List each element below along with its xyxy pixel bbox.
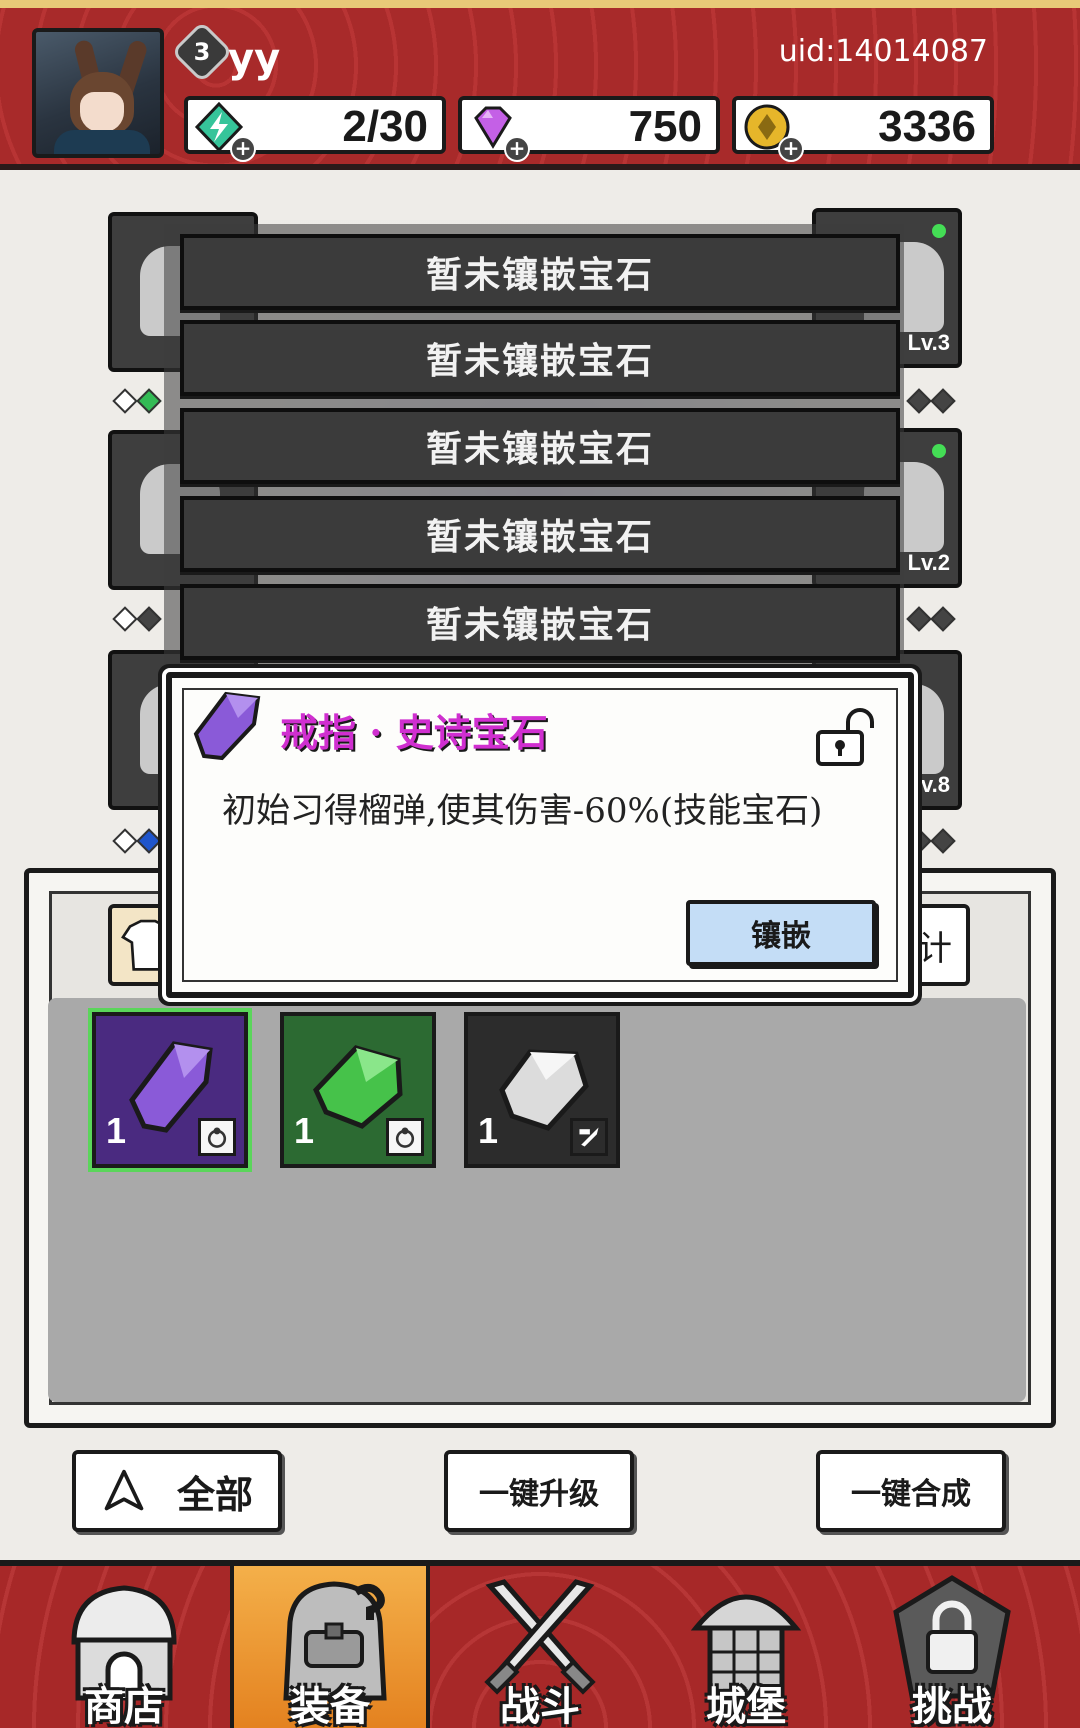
coin-value: 3336 — [878, 102, 976, 151]
equipment-level: Lv.3 — [907, 330, 950, 355]
equipment-level: Lv.2 — [907, 550, 950, 575]
gem-socket-1[interactable]: 暂未镶嵌宝石 — [180, 234, 900, 310]
filter-all-label: 全部 — [176, 1471, 253, 1517]
one-click-merge-button[interactable]: 一键合成 — [816, 1450, 1006, 1532]
socket-indicators-right-1 — [906, 388, 956, 416]
gem-title: 戒指 · 史诗宝石 — [280, 710, 548, 755]
new-indicator-dot — [932, 444, 946, 458]
nav-challenge-label: 挑战 — [912, 1683, 992, 1728]
epic-gem-icon — [193, 691, 261, 761]
add-gems-button[interactable]: + — [504, 136, 530, 162]
filter-all-button[interactable]: 全部 — [72, 1450, 282, 1532]
gem-socket-4[interactable]: 暂未镶嵌宝石 — [180, 496, 900, 572]
tab-stats-label: 计 — [918, 928, 952, 969]
top-bar: 3 yy uid:14014087 + 2/30 + 750 + 3336 — [0, 0, 1080, 170]
socket-indicators-left-2 — [112, 606, 162, 634]
gem-counter: + 750 — [458, 96, 720, 162]
nav-castle[interactable]: 城堡 — [646, 1566, 846, 1728]
player-uid: uid:14014087 — [778, 34, 988, 69]
one-click-upgrade-button[interactable]: 一键升级 — [444, 1450, 634, 1532]
socket-indicators-left-1 — [112, 388, 162, 416]
nav-equipment[interactable]: 装备 — [230, 1566, 430, 1728]
gem-slot-epic[interactable]: 1 — [92, 1012, 248, 1168]
player-avatar[interactable] — [32, 28, 164, 158]
nav-battle-label: 战斗 — [500, 1683, 580, 1728]
bottom-navigation: 商店 装备 战斗 城堡 挑战 — [0, 1560, 1080, 1728]
navigation-arrow-icon — [104, 1469, 144, 1511]
nav-battle[interactable]: 战斗 — [440, 1566, 640, 1728]
player-name: yy — [228, 36, 281, 82]
nav-shop[interactable]: 商店 — [24, 1566, 224, 1728]
socket-indicators-right-3 — [906, 828, 956, 856]
gem-socket-3[interactable]: 暂未镶嵌宝石 — [180, 408, 900, 484]
gem-socket-2[interactable]: 暂未镶嵌宝石 — [180, 320, 900, 396]
gem-count: 1 — [294, 1110, 315, 1151]
socket-indicators-left-3 — [112, 828, 162, 856]
ring-icon — [386, 1118, 424, 1156]
gem-count: 1 — [478, 1110, 499, 1151]
energy-counter: + 2/30 — [184, 96, 446, 162]
energy-value: 2/30 — [342, 102, 428, 151]
gem-detail-popup: 戒指 · 史诗宝石 初始习得榴弹,使其伤害-60%(技能宝石) 镶嵌 — [166, 672, 914, 998]
add-coins-button[interactable]: + — [778, 136, 804, 162]
add-energy-button[interactable]: + — [230, 136, 256, 162]
gem-slot-rare[interactable]: 1 — [280, 1012, 436, 1168]
socket-indicators-right-2 — [906, 606, 956, 634]
gem-count: 1 — [106, 1110, 127, 1151]
ring-icon — [198, 1118, 236, 1156]
nav-shop-label: 商店 — [84, 1683, 164, 1728]
weapon-icon — [570, 1118, 608, 1156]
player-level-badge: 3 — [170, 20, 234, 84]
socket-gem-button[interactable]: 镶嵌 — [686, 900, 876, 966]
gem-value: 750 — [628, 102, 702, 151]
nav-equipment-label: 装备 — [290, 1683, 370, 1728]
unlock-icon[interactable] — [814, 708, 878, 768]
player-level: 3 — [193, 38, 211, 66]
nav-challenge[interactable]: 挑战 — [852, 1566, 1052, 1728]
gem-socket-5[interactable]: 暂未镶嵌宝石 — [180, 584, 900, 660]
new-indicator-dot — [932, 224, 946, 238]
nav-castle-label: 城堡 — [706, 1683, 786, 1728]
gem-description: 初始习得榴弹,使其伤害-60%(技能宝石) — [222, 791, 823, 831]
coin-counter: + 3336 — [732, 96, 994, 162]
gem-slot-common[interactable]: 1 — [464, 1012, 620, 1168]
